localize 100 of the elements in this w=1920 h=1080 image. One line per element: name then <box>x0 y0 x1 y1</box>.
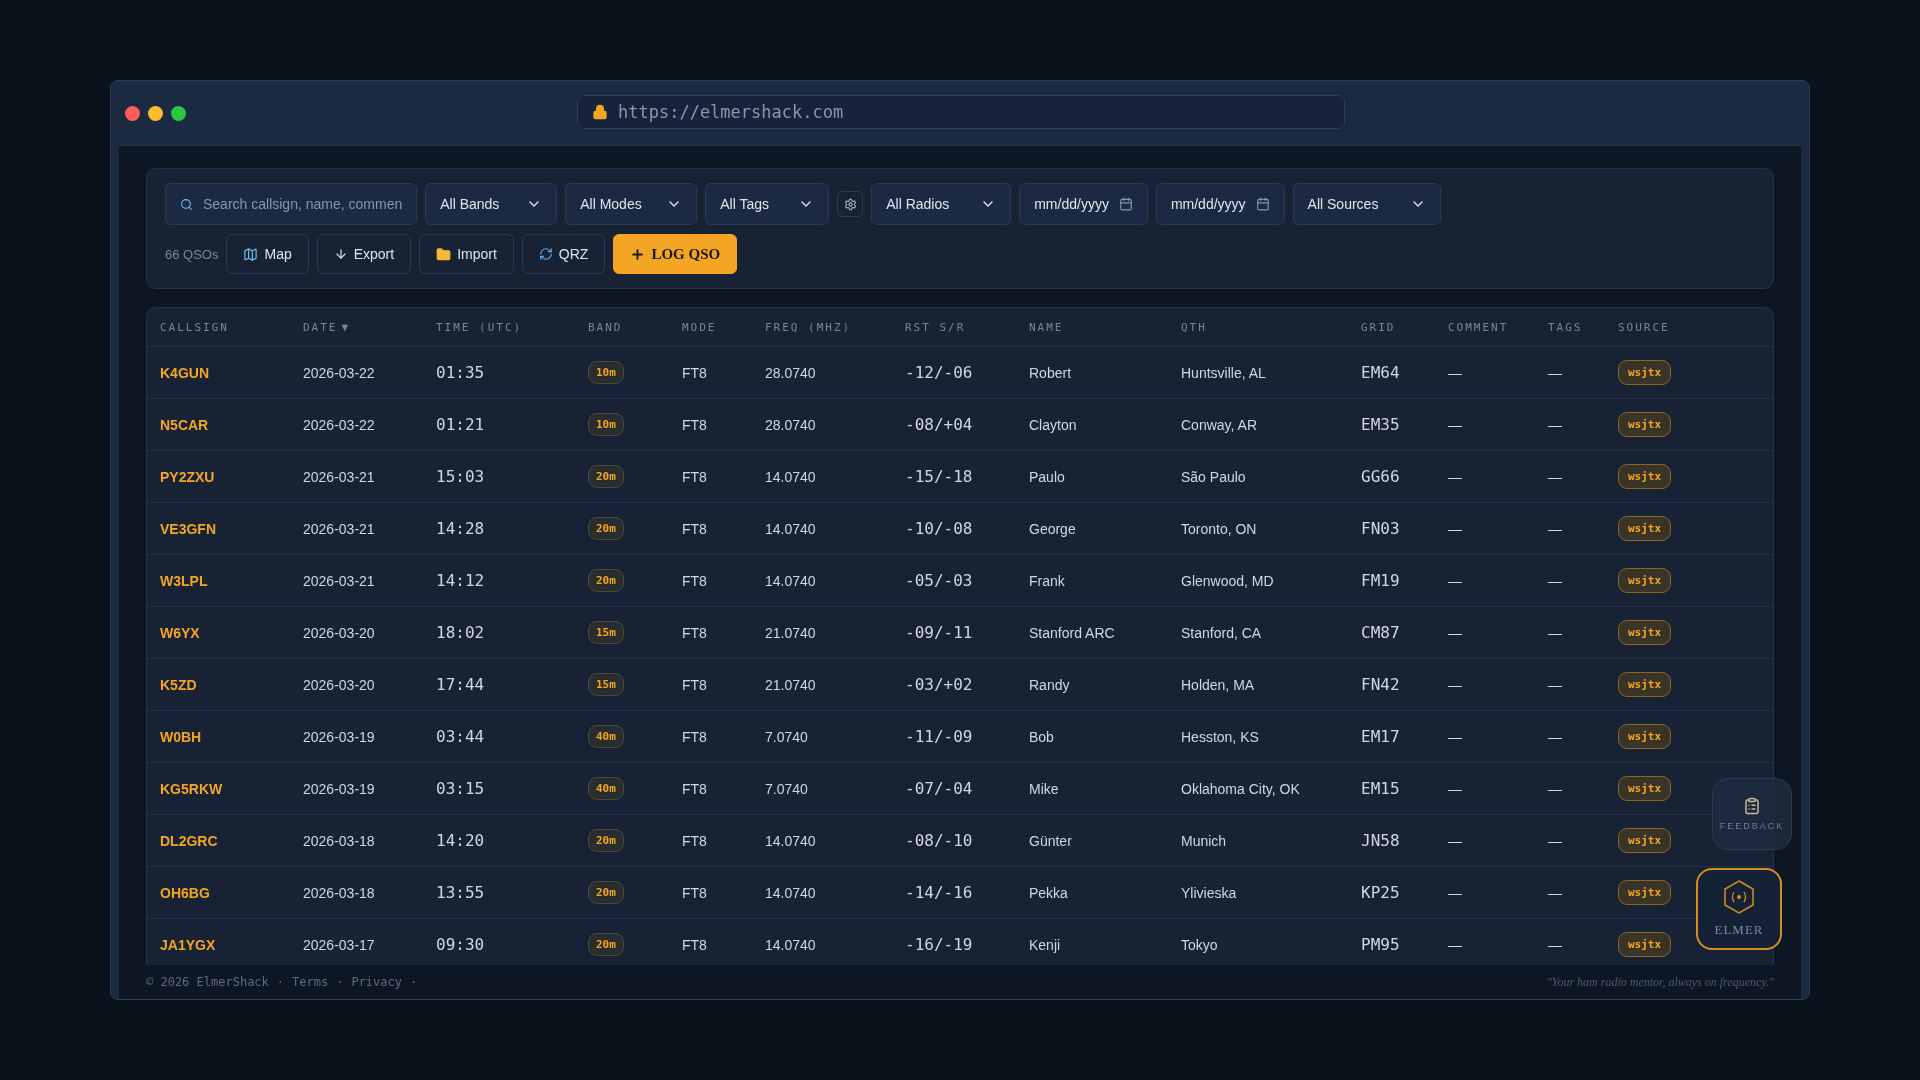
callsign-link[interactable]: W0BH <box>160 728 202 745</box>
time: 14:28 <box>436 519 485 538</box>
operator-name: Clayton <box>1029 416 1077 433</box>
callsign-link[interactable]: KG5RKW <box>160 780 223 797</box>
column-header[interactable]: TAGS <box>1548 320 1618 334</box>
comment: — <box>1448 884 1462 901</box>
filter-dropdown[interactable]: All Bands <box>425 183 558 225</box>
column-header[interactable]: MODE <box>682 320 765 334</box>
callsign-link[interactable]: K4GUN <box>160 364 209 381</box>
elmer-assistant-button[interactable]: ELMER <box>1696 868 1782 950</box>
minimize-dot[interactable] <box>148 105 163 121</box>
filter-dropdown[interactable]: All Modes <box>565 183 698 225</box>
grid-locator: EM17 <box>1361 727 1400 746</box>
mode: FT8 <box>682 364 707 381</box>
refresh-icon <box>538 247 553 261</box>
copyright: © 2026 ElmerShack <box>146 975 269 989</box>
callsign-link[interactable]: OH6BG <box>160 884 210 901</box>
tags: — <box>1548 676 1562 693</box>
time: 17:44 <box>436 675 485 694</box>
comment: — <box>1448 572 1462 589</box>
mode: FT8 <box>682 468 707 485</box>
maximize-dot[interactable] <box>171 105 186 121</box>
comment: — <box>1448 676 1462 693</box>
callsign-link[interactable]: JA1YGX <box>160 936 216 953</box>
filter-dropdown[interactable]: All Sources <box>1292 183 1441 225</box>
callsign-link[interactable]: DL2GRC <box>160 832 218 849</box>
mode: FT8 <box>682 936 707 953</box>
callsign-link[interactable]: N5CAR <box>160 416 209 433</box>
signal-report: -11/-09 <box>905 727 973 746</box>
filter-dropdown[interactable]: All Tags <box>705 183 830 225</box>
callsign-link[interactable]: VE3GFN <box>160 520 216 537</box>
settings-button[interactable] <box>837 191 864 217</box>
callsign-link[interactable]: W3LPL <box>160 572 208 589</box>
column-header[interactable]: GRID <box>1361 320 1448 334</box>
calendar-icon <box>1118 197 1133 211</box>
callsign-link[interactable]: W6YX <box>160 624 200 641</box>
clipboard-icon <box>1743 797 1761 815</box>
source-badge: wsjtx <box>1618 568 1672 593</box>
time: 03:44 <box>436 727 485 746</box>
frequency: 7.0740 <box>765 780 808 797</box>
tags: — <box>1548 416 1562 433</box>
location: Munich <box>1181 832 1227 849</box>
time: 01:21 <box>436 415 485 434</box>
source-badge: wsjtx <box>1618 360 1672 385</box>
grid-locator: JN58 <box>1361 831 1400 850</box>
column-header[interactable]: NAME <box>1029 320 1181 334</box>
time: 14:12 <box>436 571 485 590</box>
column-header[interactable]: COMMENT <box>1448 320 1548 334</box>
source-badge: wsjtx <box>1618 776 1672 801</box>
separator: · <box>276 975 285 989</box>
column-header[interactable]: CALLSIGN <box>160 320 303 334</box>
comment: — <box>1448 468 1462 485</box>
operator-name: Stanford ARC <box>1029 624 1115 641</box>
date-field[interactable]: mm/dd/yyyy <box>1155 183 1285 225</box>
callsign-link[interactable]: K5ZD <box>160 676 197 693</box>
mode: FT8 <box>682 884 707 901</box>
date: 2026-03-20 <box>303 624 375 641</box>
tags: — <box>1548 832 1562 849</box>
location: Toronto, ON <box>1181 520 1257 537</box>
comment: — <box>1448 832 1462 849</box>
date: 2026-03-19 <box>303 780 375 797</box>
import-button[interactable]: Import <box>419 234 514 274</box>
column-header[interactable]: DATE ▼ <box>303 320 436 334</box>
log-qso-button[interactable]: LOG QSO <box>613 234 738 274</box>
column-header[interactable]: BAND <box>588 320 682 334</box>
filter-dropdown[interactable]: All Radios <box>871 183 1012 225</box>
band-badge: 20m <box>588 829 624 852</box>
grid-locator: PM95 <box>1361 935 1400 954</box>
column-header[interactable]: FREQ (MHZ) <box>765 320 905 334</box>
column-header[interactable]: TIME (UTC) <box>436 320 588 334</box>
time: 14:20 <box>436 831 485 850</box>
location: Holden, MA <box>1181 676 1255 693</box>
map-button[interactable]: Map <box>226 234 309 274</box>
calendar-icon <box>1255 197 1270 211</box>
date-field[interactable]: mm/dd/yyyy <box>1019 183 1148 225</box>
search-field[interactable]: Search callsign, name, commen <box>165 183 418 225</box>
frequency: 14.0740 <box>765 936 816 953</box>
comment: — <box>1448 780 1462 797</box>
time: 09:30 <box>436 935 485 954</box>
column-header[interactable]: RST S/R <box>905 320 1029 334</box>
time: 13:55 <box>436 883 485 902</box>
callsign-link[interactable]: PY2ZXU <box>160 468 215 485</box>
signal-report: -03/+02 <box>905 675 973 694</box>
close-dot[interactable] <box>125 105 140 121</box>
search-icon <box>180 197 193 211</box>
operator-name: Robert <box>1029 364 1072 381</box>
map-icon <box>243 246 259 262</box>
export-button[interactable]: Export <box>316 234 412 274</box>
comment: — <box>1448 416 1462 433</box>
qrz-button[interactable]: QRZ <box>521 234 606 274</box>
column-header[interactable]: SOURCE <box>1618 320 1773 334</box>
location: Conway, AR <box>1181 416 1257 433</box>
column-header[interactable]: QTH <box>1181 320 1361 334</box>
source-badge: wsjtx <box>1618 880 1672 905</box>
address-bar[interactable]: https://elmershack.com <box>577 95 1345 129</box>
source-badge: wsjtx <box>1618 932 1672 957</box>
date: 2026-03-19 <box>303 728 375 745</box>
tags: — <box>1548 572 1562 589</box>
date: 2026-03-21 <box>303 572 375 589</box>
band-badge: 40m <box>588 725 624 748</box>
